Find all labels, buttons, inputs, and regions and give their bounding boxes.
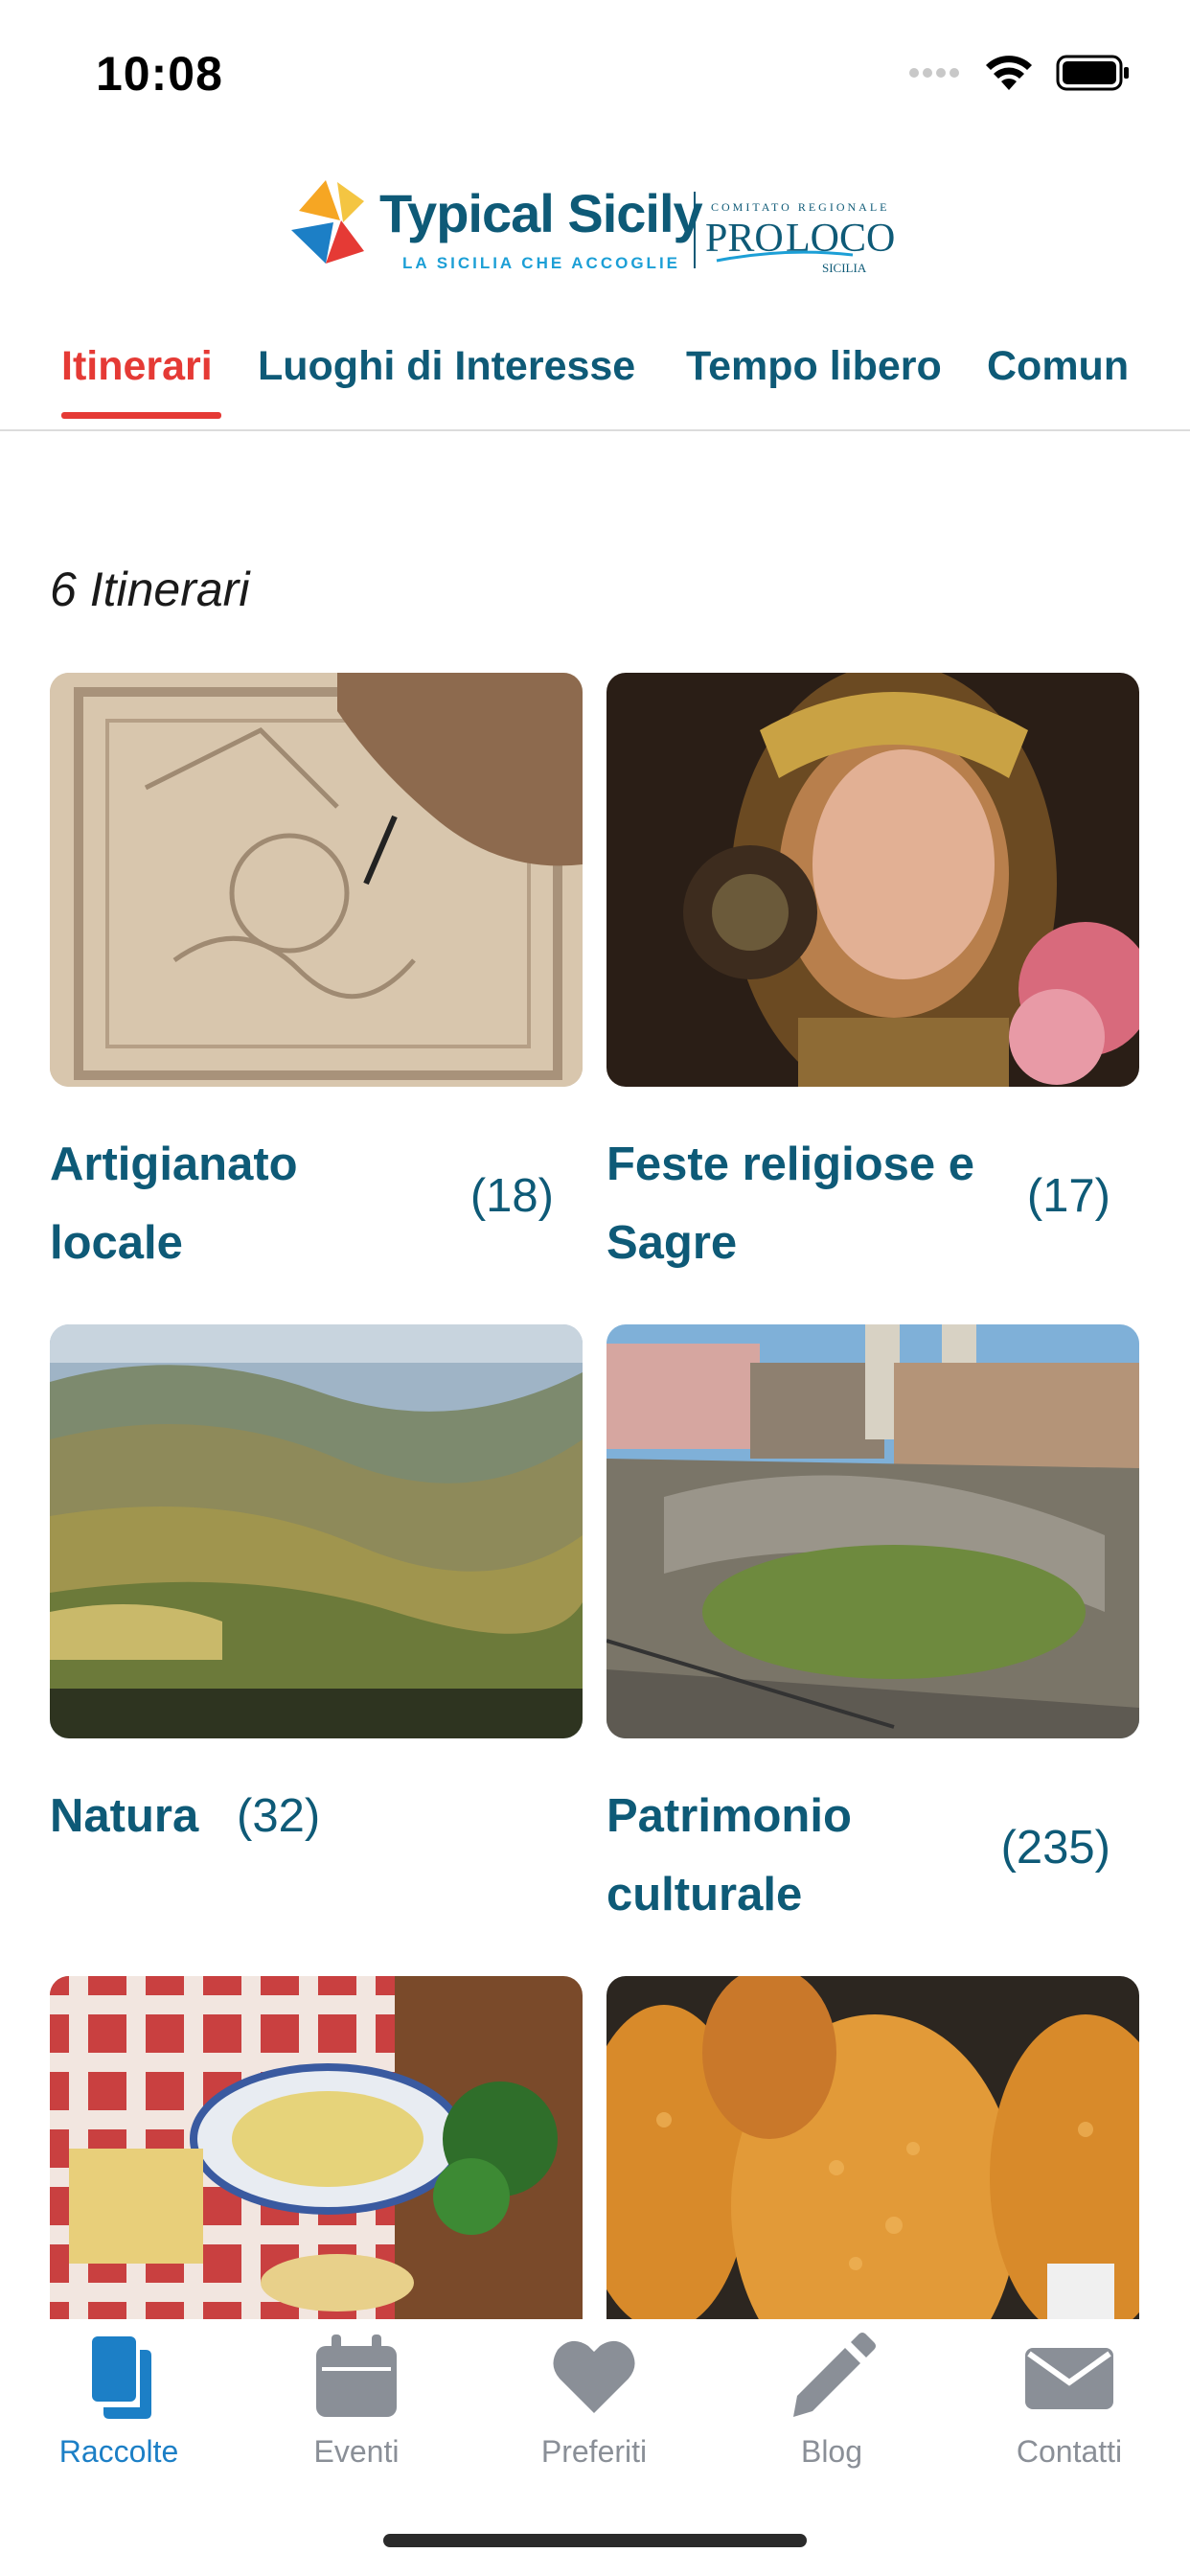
- card-title-line: Feste religiose e: [606, 1138, 975, 1190]
- wifi-icon: [986, 56, 1032, 90]
- itinerari-count-title: 6 Itinerari: [50, 563, 250, 616]
- card-enogastronomia[interactable]: [50, 1976, 583, 2319]
- nav-contatti[interactable]: Contatti: [950, 2319, 1188, 2472]
- nav-blog[interactable]: Blog: [713, 2319, 950, 2472]
- svg-text:LA SICILIA CHE ACCOGLIE: LA SICILIA CHE ACCOGLIE: [402, 254, 680, 272]
- status-icons: [908, 54, 1131, 92]
- card-title-line: Artigianato: [50, 1138, 298, 1190]
- card-cucina-tipica[interactable]: [606, 1976, 1139, 2319]
- card-title: Feste religiose e Sagre: [606, 1125, 974, 1282]
- wood-carving-photo: [50, 673, 583, 1087]
- typical-sicily-logo: Typical Sicily LA SICILIA CHE ACCOGLIE C…: [287, 172, 901, 278]
- religious-statue-photo: [606, 673, 1139, 1087]
- app-header: Typical Sicily LA SICILIA CHE ACCOGLIE C…: [0, 172, 1190, 278]
- category-tabs: Itinerari Luoghi di Interesse Tempo libe…: [0, 316, 1190, 431]
- pencil-icon: [793, 2333, 876, 2417]
- nav-label: Raccolte: [58, 2434, 179, 2469]
- svg-text:COMITATO REGIONALE: COMITATO REGIONALE: [711, 200, 889, 214]
- signal-icon: [909, 68, 959, 78]
- card-count: (18): [469, 1170, 554, 1222]
- card-count: (32): [237, 1790, 321, 1842]
- card-title: Natura: [50, 1777, 198, 1855]
- card-title-line: Natura: [50, 1790, 199, 1842]
- tab-comun[interactable]: Comun: [987, 343, 1129, 390]
- heart-icon: [553, 2340, 635, 2413]
- tab-tempo-libero[interactable]: Tempo libero: [686, 343, 942, 390]
- active-tab-indicator: [61, 412, 221, 419]
- card-title-line: locale: [50, 1217, 183, 1269]
- status-bar: 10:08: [0, 0, 1190, 144]
- nav-raccolte[interactable]: Raccolte: [0, 2319, 238, 2472]
- card-feste-religiose[interactable]: Feste religiose e Sagre (17): [606, 673, 1139, 1286]
- hills-landscape-photo: [50, 1324, 583, 1738]
- battery-icon: [1056, 55, 1129, 91]
- pasta-dish-photo: [50, 1976, 583, 2319]
- collections-icon: [92, 2336, 151, 2419]
- envelope-icon: [1025, 2348, 1113, 2409]
- tab-itinerari[interactable]: Itinerari: [61, 343, 213, 390]
- nav-label: Blog: [800, 2434, 863, 2469]
- home-indicator[interactable]: [383, 2534, 807, 2547]
- svg-text:Typical Sicily: Typical Sicily: [379, 183, 703, 243]
- calendar-icon: [316, 2334, 397, 2417]
- card-title-line: Patrimonio: [606, 1790, 852, 1842]
- nav-label: Eventi: [313, 2434, 400, 2469]
- card-title: Artigianato locale: [50, 1125, 298, 1282]
- svg-text:SICILIA: SICILIA: [822, 261, 867, 275]
- card-title-line: Sagre: [606, 1217, 738, 1269]
- nav-label: Contatti: [1016, 2434, 1123, 2469]
- arancini-photo: [606, 1976, 1139, 2319]
- card-title: Patrimonio culturale: [606, 1777, 852, 1934]
- card-count: (17): [1026, 1170, 1110, 1222]
- card-natura[interactable]: Natura (32): [50, 1324, 583, 1899]
- status-time: 10:08: [96, 47, 223, 101]
- card-count: (235): [1000, 1822, 1110, 1874]
- card-artigianato-locale[interactable]: Artigianato locale (18): [50, 673, 583, 1286]
- tab-luoghi-di-interesse[interactable]: Luoghi di Interesse: [258, 343, 635, 390]
- nav-eventi[interactable]: Eventi: [238, 2319, 475, 2472]
- card-patrimonio-culturale[interactable]: Patrimonio culturale (235): [606, 1324, 1139, 1938]
- roman-theatre-photo: [606, 1324, 1139, 1738]
- card-title-line: culturale: [606, 1869, 803, 1920]
- nav-preferiti[interactable]: Preferiti: [475, 2319, 713, 2472]
- nav-label: Preferiti: [540, 2434, 648, 2469]
